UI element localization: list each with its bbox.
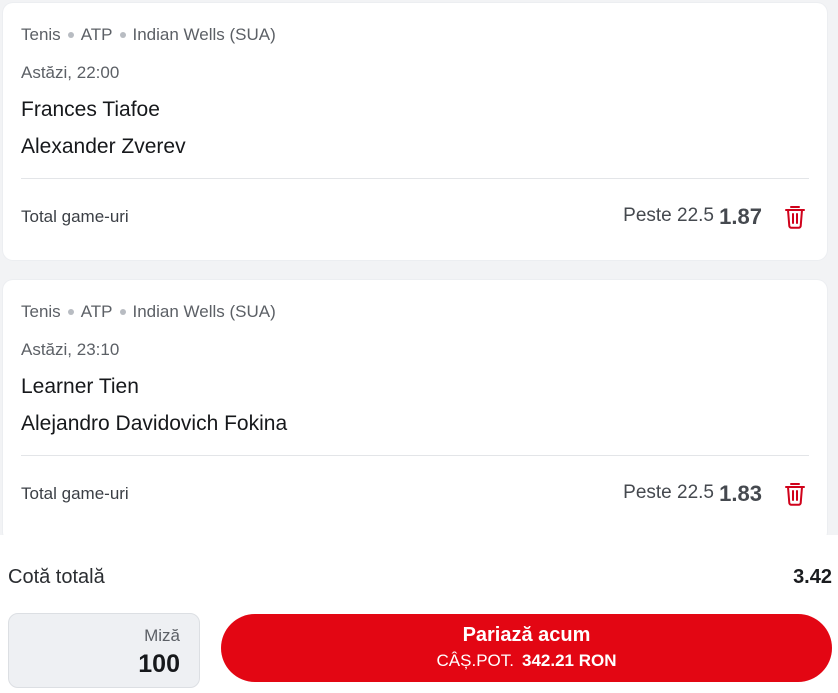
category-label: ATP: [80, 302, 113, 321]
separator-dot: [119, 309, 126, 315]
potential-win-value: 342.21 RON: [521, 651, 617, 670]
stake-value[interactable]: 100: [138, 650, 180, 679]
selection-card: Tenis ATP Indian Wells (SUA) Astăzi, 23:…: [3, 280, 827, 542]
stake-label: Miză: [144, 626, 180, 645]
divider: [21, 178, 809, 179]
potential-win: CÂȘ.POT. 342.21 RON: [221, 651, 832, 671]
pick-label: Peste 22.5: [623, 205, 714, 226]
separator-dot: [67, 32, 74, 38]
category-label: ATP: [80, 25, 113, 44]
separator-dot: [67, 309, 74, 315]
odd-value: 1.87: [719, 204, 762, 229]
tournament-label: Indian Wells (SUA): [132, 302, 276, 321]
sport-label: Tenis: [21, 25, 61, 44]
stake-input[interactable]: Miză 100: [8, 613, 200, 688]
place-bet-label: Pariază acum: [462, 624, 591, 646]
team-away: Alejandro Davidovich Fokina: [21, 412, 288, 435]
event-time: Astăzi, 23:10: [21, 340, 120, 359]
team-home: Frances Tiafoe: [21, 98, 160, 121]
market-name: Total game-uri: [21, 484, 129, 503]
breadcrumb: Tenis ATP Indian Wells (SUA): [21, 302, 276, 322]
divider: [21, 455, 809, 456]
potential-win-label: CÂȘ.POT.: [436, 651, 514, 670]
trash-icon[interactable]: [783, 481, 807, 507]
trash-icon[interactable]: [783, 204, 807, 230]
team-away: Alexander Zverev: [21, 135, 186, 158]
selection-card: Tenis ATP Indian Wells (SUA) Astăzi, 22:…: [3, 3, 827, 260]
place-bet-button[interactable]: Pariază acum CÂȘ.POT. 342.21 RON: [221, 614, 832, 682]
sport-label: Tenis: [21, 302, 61, 321]
breadcrumb: Tenis ATP Indian Wells (SUA): [21, 25, 276, 45]
event-time: Astăzi, 22:00: [21, 63, 120, 82]
total-odds-value: 3.42: [793, 566, 832, 588]
odd-value: 1.83: [719, 481, 762, 506]
betslip-footer: Cotă totală 3.42 Miză 100 Pariază acum C…: [0, 535, 838, 693]
separator-dot: [119, 32, 126, 38]
team-home: Learner Tien: [21, 375, 139, 398]
market-name: Total game-uri: [21, 207, 129, 226]
total-odds-label: Cotă totală: [8, 566, 105, 588]
pick-label: Peste 22.5: [623, 482, 714, 503]
tournament-label: Indian Wells (SUA): [132, 25, 276, 44]
